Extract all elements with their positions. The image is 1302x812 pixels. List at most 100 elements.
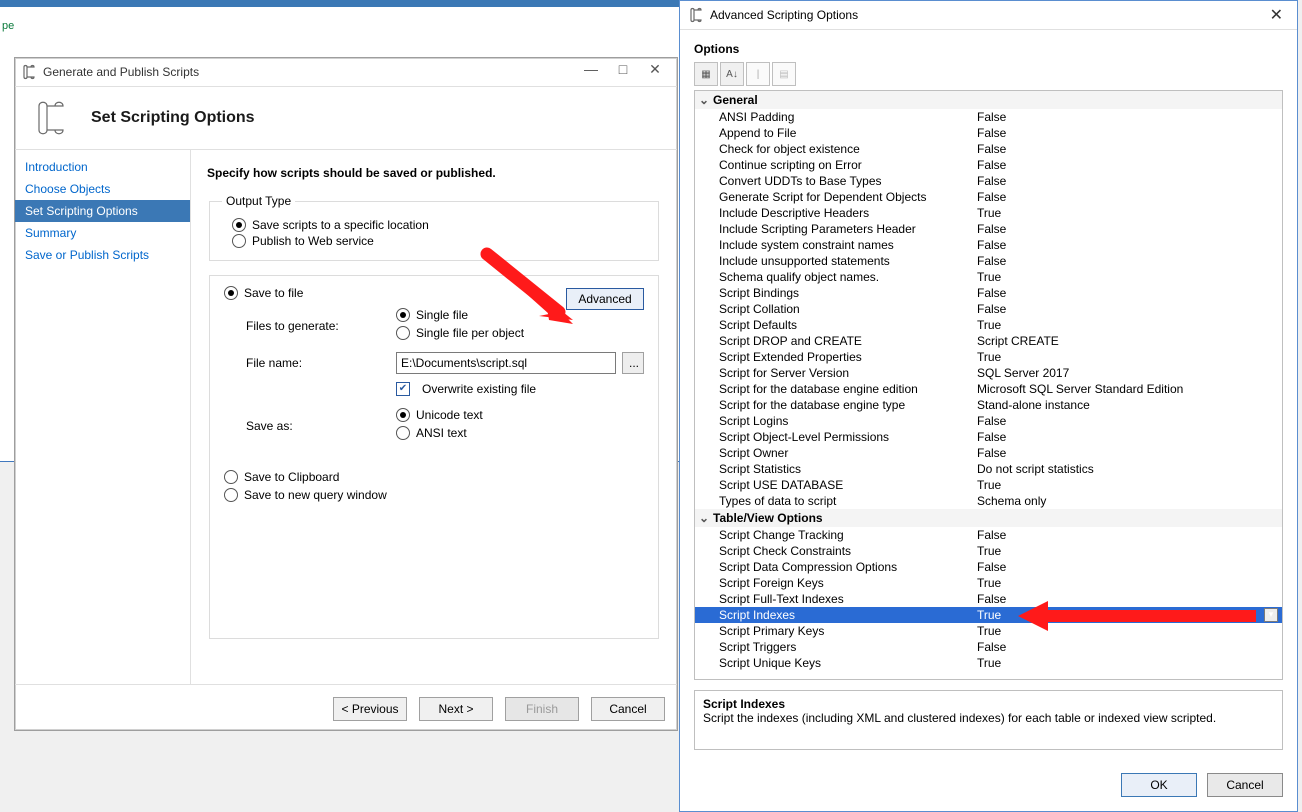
property-grid[interactable]: ⌄GeneralANSI PaddingFalse▾Append to File… [694,90,1283,680]
property-value[interactable]: False [977,110,1264,124]
property-group-header[interactable]: ⌄Table/View Options [695,509,1282,527]
property-row[interactable]: Script Full-Text IndexesFalse▾ [695,591,1282,607]
property-value[interactable]: SQL Server 2017 [977,366,1264,380]
files-to-generate-option[interactable]: Single file [396,308,644,322]
nav-item-choose-objects[interactable]: Choose Objects [15,178,190,200]
property-row[interactable]: Include Descriptive HeadersTrue▾ [695,205,1282,221]
nav-item-set-scripting-options[interactable]: Set Scripting Options [15,200,190,222]
property-row[interactable]: Include Scripting Parameters HeaderFalse… [695,221,1282,237]
dest-save-to-clipboard[interactable]: Save to Clipboard [224,470,644,484]
property-row[interactable]: Script Data Compression OptionsFalse▾ [695,559,1282,575]
property-value[interactable]: False [977,560,1264,574]
property-value[interactable]: True [977,318,1264,332]
cancel-button[interactable]: Cancel [591,697,665,721]
categorized-icon[interactable]: ▦ [694,62,718,86]
browse-button[interactable]: ... [622,352,644,374]
previous-button[interactable]: < Previous [333,697,407,721]
save-as-option[interactable]: ANSI text [396,426,644,440]
property-value[interactable]: Do not script statistics [977,462,1264,476]
property-row[interactable]: Script StatisticsDo not script statistic… [695,461,1282,477]
property-row[interactable]: Include unsupported statementsFalse▾ [695,253,1282,269]
property-row[interactable]: Script LoginsFalse▾ [695,413,1282,429]
property-value[interactable]: False [977,430,1264,444]
property-value[interactable]: False [977,158,1264,172]
nav-item-summary[interactable]: Summary [15,222,190,244]
property-value[interactable]: True [977,608,1264,622]
property-value[interactable]: False [977,254,1264,268]
property-value[interactable]: False [977,174,1264,188]
nav-item-save-or-publish-scripts[interactable]: Save or Publish Scripts [15,244,190,266]
property-value[interactable]: False [977,286,1264,300]
maximize-button[interactable]: □ [607,61,639,83]
property-row[interactable]: Script for Server VersionSQL Server 2017… [695,365,1282,381]
files-to-generate-option[interactable]: Single file per object [396,326,644,340]
dest-save-to-new-query[interactable]: Save to new query window [224,488,644,502]
file-name-input[interactable] [396,352,616,374]
property-value[interactable]: True [977,576,1264,590]
property-value[interactable]: False [977,238,1264,252]
property-row[interactable]: Types of data to scriptSchema only▾ [695,493,1282,509]
property-value[interactable]: True [977,624,1264,638]
property-row[interactable]: Script Change TrackingFalse▾ [695,527,1282,543]
property-value[interactable]: True [977,350,1264,364]
property-value[interactable]: False [977,414,1264,428]
advanced-button[interactable]: Advanced [566,288,644,310]
next-button[interactable]: Next > [419,697,493,721]
property-value[interactable]: Script CREATE [977,334,1264,348]
property-value[interactable]: True [977,270,1264,284]
property-row[interactable]: Append to FileFalse▾ [695,125,1282,141]
property-value[interactable]: False [977,446,1264,460]
property-row[interactable]: Script USE DATABASETrue▾ [695,477,1282,493]
property-row[interactable]: Script Extended PropertiesTrue▾ [695,349,1282,365]
close-icon[interactable]: ✕ [1264,5,1289,25]
property-row[interactable]: Script for the database engine editionMi… [695,381,1282,397]
ok-button[interactable]: OK [1121,773,1197,797]
property-row[interactable]: Script IndexesTrue▾ [695,607,1282,623]
cancel-button[interactable]: Cancel [1207,773,1283,797]
overwrite-checkbox[interactable]: Overwrite existing file [396,382,644,396]
output-type-option[interactable]: Publish to Web service [232,234,646,248]
property-value[interactable]: Schema only [977,494,1264,508]
property-row[interactable]: Schema qualify object names.True▾ [695,269,1282,285]
wizard-titlebar[interactable]: Generate and Publish Scripts — □ ✕ [15,58,677,87]
property-row[interactable]: Script for the database engine typeStand… [695,397,1282,413]
property-value[interactable]: True [977,206,1264,220]
property-pages-icon[interactable]: ▤ [772,62,796,86]
close-button[interactable]: ✕ [639,61,671,83]
property-row[interactable]: Script BindingsFalse▾ [695,285,1282,301]
dropdown-icon[interactable]: ▾ [1264,608,1278,622]
adv-titlebar[interactable]: Advanced Scripting Options ✕ [680,1,1297,30]
property-value[interactable]: Stand-alone instance [977,398,1264,412]
property-value[interactable]: True [977,478,1264,492]
property-row[interactable]: Script OwnerFalse▾ [695,445,1282,461]
property-row[interactable]: Continue scripting on ErrorFalse▾ [695,157,1282,173]
property-row[interactable]: Script DefaultsTrue▾ [695,317,1282,333]
property-value[interactable]: False [977,592,1264,606]
property-row[interactable]: Script TriggersFalse▾ [695,639,1282,655]
property-value[interactable]: False [977,142,1264,156]
property-value[interactable]: False [977,528,1264,542]
property-row[interactable]: Check for object existenceFalse▾ [695,141,1282,157]
property-value[interactable]: False [977,302,1264,316]
property-value[interactable]: Microsoft SQL Server Standard Edition [977,382,1264,396]
property-row[interactable]: Script DROP and CREATEScript CREATE▾ [695,333,1282,349]
property-value[interactable]: False [977,190,1264,204]
property-value[interactable]: False [977,640,1264,654]
property-row[interactable]: Script Object-Level PermissionsFalse▾ [695,429,1282,445]
property-row[interactable]: Script CollationFalse▾ [695,301,1282,317]
property-row[interactable]: Convert UDDTs to Base TypesFalse▾ [695,173,1282,189]
property-value[interactable]: False [977,222,1264,236]
output-type-option[interactable]: Save scripts to a specific location [232,218,646,232]
property-value[interactable]: False [977,126,1264,140]
property-row[interactable]: Script Unique KeysTrue▾ [695,655,1282,671]
property-row[interactable]: Script Primary KeysTrue▾ [695,623,1282,639]
alpha-sort-icon[interactable]: A↓ [720,62,744,86]
property-row[interactable]: Include system constraint namesFalse▾ [695,237,1282,253]
property-row[interactable]: ANSI PaddingFalse▾ [695,109,1282,125]
minimize-button[interactable]: — [575,61,607,83]
property-row[interactable]: Script Check ConstraintsTrue▾ [695,543,1282,559]
property-value[interactable]: True [977,544,1264,558]
property-row[interactable]: Script Foreign KeysTrue▾ [695,575,1282,591]
property-group-header[interactable]: ⌄General [695,91,1282,109]
save-as-option[interactable]: Unicode text [396,408,644,422]
